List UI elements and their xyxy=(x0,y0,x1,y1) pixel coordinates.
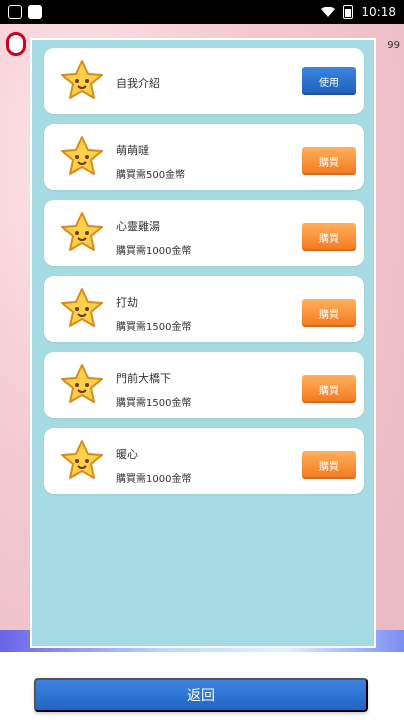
use-button[interactable]: 使用 xyxy=(302,67,356,95)
status-time: 10:18 xyxy=(361,5,396,19)
list-item: 萌萌噠 購買需500金幣 購買 xyxy=(44,124,364,190)
buy-button[interactable]: 購買 xyxy=(302,147,356,175)
list-item: 自我介紹 使用 xyxy=(44,48,364,114)
star-icon xyxy=(61,364,103,403)
star-icon xyxy=(61,136,103,175)
list-item: 暖心 購買需1000金幣 購買 xyxy=(44,428,364,494)
background-counter: 99 xyxy=(387,40,400,51)
app-badge-icon xyxy=(6,32,26,56)
item-price: 購買需1000金幣 xyxy=(116,474,192,485)
buy-button[interactable]: 購買 xyxy=(302,223,356,251)
list-item: 門前大橋下 購買需1500金幣 購買 xyxy=(44,352,364,418)
star-icon xyxy=(61,60,103,99)
item-name: 心靈雞湯 xyxy=(116,220,160,233)
star-icon xyxy=(61,212,103,251)
star-icon xyxy=(61,440,103,479)
item-price: 購買需500金幣 xyxy=(116,170,186,181)
item-price: 購買需1000金幣 xyxy=(116,246,192,257)
buy-button[interactable]: 購買 xyxy=(302,375,356,403)
item-name: 萌萌噠 xyxy=(116,144,149,157)
wifi-icon xyxy=(321,7,336,17)
item-name: 打劫 xyxy=(116,296,138,309)
star-icon xyxy=(61,288,103,327)
list-item: 心靈雞湯 購買需1000金幣 購買 xyxy=(44,200,364,266)
item-list-panel: 自我介紹 使用 萌萌噠 購買需500金幣 購買 心靈雞湯 購買需1000金幣 購… xyxy=(30,38,376,648)
battery-icon xyxy=(343,5,354,19)
status-bar: 10:18 xyxy=(0,0,404,24)
item-name: 自我介紹 xyxy=(116,77,160,90)
buy-button[interactable]: 購買 xyxy=(302,451,356,479)
footer-area: 返回 xyxy=(0,652,404,720)
return-button[interactable]: 返回 xyxy=(34,678,368,712)
item-price: 購買需1500金幣 xyxy=(116,322,192,333)
square-icon xyxy=(28,5,42,19)
buy-button[interactable]: 購買 xyxy=(302,299,356,327)
shield-icon xyxy=(8,5,22,19)
item-name: 門前大橋下 xyxy=(116,372,171,385)
item-name: 暖心 xyxy=(116,448,138,461)
item-price: 購買需1500金幣 xyxy=(116,398,192,409)
list-item: 打劫 購買需1500金幣 購買 xyxy=(44,276,364,342)
